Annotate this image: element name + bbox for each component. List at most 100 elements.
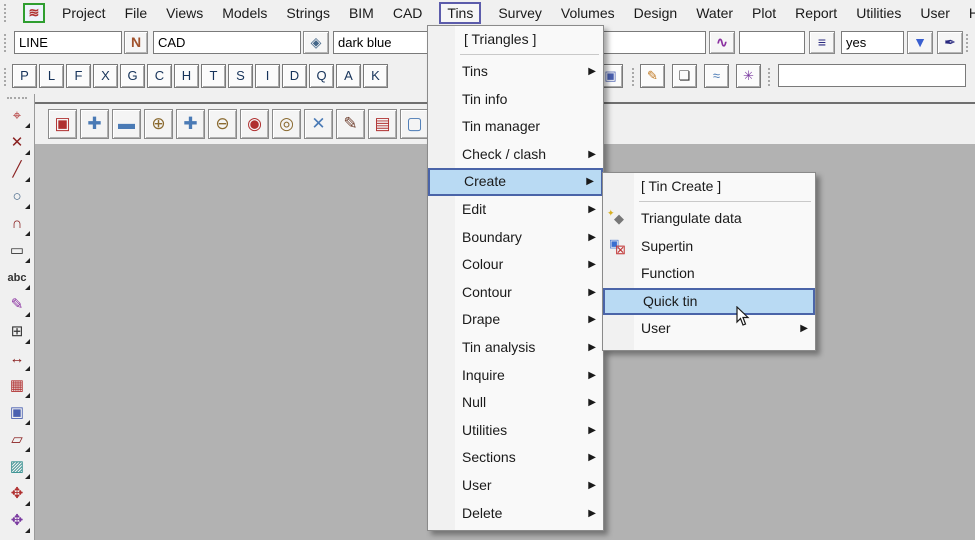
key-button-g[interactable]: G [120,64,145,88]
zoom-out-button[interactable]: ▬ [112,109,141,139]
cad-page-button[interactable]: ❏ [672,64,697,88]
toggle-delete-button[interactable]: ✕ [304,109,333,139]
menu-item-create[interactable]: Create ▶ [428,168,603,196]
tin-field[interactable] [588,31,706,54]
menu-item-triangulate-data[interactable]: ◆ ✦ Triangulate data [603,205,815,233]
pan-button[interactable]: ✚ [176,109,205,139]
cad-text-field[interactable] [778,64,966,87]
key-button-t[interactable]: T [201,64,226,88]
zoom-previous-button[interactable]: ◎ [272,109,301,139]
create-point-button[interactable]: ⊞ [4,321,30,345]
menu-item-tin-manager[interactable]: Tin manager [428,113,603,141]
zoom-in-button[interactable]: ✚ [80,109,109,139]
menu-plot[interactable]: Plot [750,3,778,23]
key-button-q[interactable]: Q [309,64,334,88]
toolbar-grip[interactable] [7,97,27,101]
menu-views[interactable]: Views [164,3,205,23]
translate-arrows-button[interactable]: ✥ [4,510,30,534]
key-button-k[interactable]: K [363,64,388,88]
menu-item-inquire[interactable]: Inquire ▶ [428,362,603,390]
menu-item-edit[interactable]: Edit ▶ [428,196,603,224]
plot-printer-button[interactable]: ▤ [368,109,397,139]
key-button-l[interactable]: L [39,64,64,88]
name-field[interactable] [14,31,122,54]
menu-volumes[interactable]: Volumes [559,3,617,23]
cad-swoosh-button[interactable]: ≈ [704,64,729,88]
key-button-a[interactable]: A [336,64,361,88]
menu-item-drape[interactable]: Drape ▶ [428,306,603,334]
draw-rect-button[interactable]: ▭ [4,240,30,264]
yes-field[interactable] [841,31,904,54]
linestyle-field[interactable] [739,31,805,54]
polygon-button[interactable]: ▱ [4,429,30,453]
menu-bim[interactable]: BIM [347,3,376,23]
name-toggle-button[interactable]: N [124,31,148,54]
window-edit-button[interactable]: ▣ [4,402,30,426]
cad-pinwheel-button[interactable]: ✳ [736,64,761,88]
key-button-f[interactable]: F [66,64,91,88]
toolbar-grip[interactable] [632,68,636,86]
toolbar-grip[interactable] [966,34,970,52]
measure-button[interactable]: ↔ [4,348,30,372]
key-button-i[interactable]: I [255,64,280,88]
toolbar-grip[interactable] [4,4,8,22]
menu-item-null[interactable]: Null ▶ [428,389,603,417]
menu-user[interactable]: User [918,3,952,23]
zoom-fit-button[interactable]: ◉ [240,109,269,139]
toolbar-grip[interactable] [4,34,8,52]
menu-utilities[interactable]: Utilities [854,3,903,23]
menu-item-tins[interactable]: Tins ▶ [428,58,603,86]
draw-circle-button[interactable]: ○ [4,186,30,210]
menu-design[interactable]: Design [632,3,680,23]
zoom-extent-button[interactable]: ⊕ [144,109,173,139]
menu-item-contour[interactable]: Contour ▶ [428,279,603,307]
symbol-pencil-button[interactable]: ✎ [4,294,30,318]
model-picker-button[interactable]: ◈ [303,31,329,54]
linestyle-picker-button[interactable]: ≡ [809,31,835,54]
eyedropper-button[interactable]: ✒ [937,31,963,54]
text-abc-button[interactable]: abc [4,267,30,291]
menu-item-create-user[interactable]: User ▶ [603,315,815,343]
menu-item-utilities[interactable]: Utilities ▶ [428,417,603,445]
key-button-p[interactable]: P [12,64,37,88]
menu-item-function[interactable]: Function [603,260,815,288]
dropdown-button[interactable]: ▼ [907,31,933,54]
cad-draw-button[interactable]: ✎ [640,64,665,88]
key-button-c[interactable]: C [147,64,172,88]
model-field[interactable] [153,31,301,54]
toolbar-grip[interactable] [768,68,772,86]
menu-item-boundary[interactable]: Boundary ▶ [428,224,603,252]
menu-tins[interactable]: Tins [439,2,482,24]
views-menu-button[interactable]: ▣ [48,109,77,139]
menu-cad[interactable]: CAD [391,3,425,23]
menu-item-quick-tin[interactable]: Quick tin [603,287,815,316]
grid-table-button[interactable]: ▦ [4,375,30,399]
raster-image-button[interactable]: ▨ [4,456,30,480]
key-button-h[interactable]: H [174,64,199,88]
menu-item-tin-info[interactable]: Tin info [428,86,603,114]
menu-survey[interactable]: Survey [496,3,544,23]
menu-item-user[interactable]: User ▶ [428,472,603,500]
key-button-d[interactable]: D [282,64,307,88]
move-arrows-button[interactable]: ✥ [4,483,30,507]
menu-report[interactable]: Report [793,3,839,23]
menu-item-supertin[interactable]: ▣ ⊠ Supertin [603,233,815,261]
redraw-brush-button[interactable]: ✎ [336,109,365,139]
menu-item-tin-analysis[interactable]: Tin analysis ▶ [428,334,603,362]
draw-arc-button[interactable]: ∩ [4,213,30,237]
key-button-s[interactable]: S [228,64,253,88]
menu-item-delete[interactable]: Delete ▶ [428,500,603,528]
menu-item-sections[interactable]: Sections ▶ [428,444,603,472]
snap-target-button[interactable]: ⌖ [4,105,30,129]
intersect-button[interactable]: ✕ [4,132,30,156]
menu-models[interactable]: Models [220,3,269,23]
toolbar-grip[interactable] [4,68,8,86]
menu-file[interactable]: File [123,3,150,23]
draw-line-button[interactable]: ╱ [4,159,30,183]
menu-strings[interactable]: Strings [284,3,332,23]
menu-water[interactable]: Water [694,3,735,23]
menu-help[interactable]: Help [967,3,975,23]
menu-item-colour[interactable]: Colour ▶ [428,251,603,279]
tin-picker-button[interactable]: ∿ [709,31,735,54]
copy-view-button[interactable]: ▢ [400,109,429,139]
